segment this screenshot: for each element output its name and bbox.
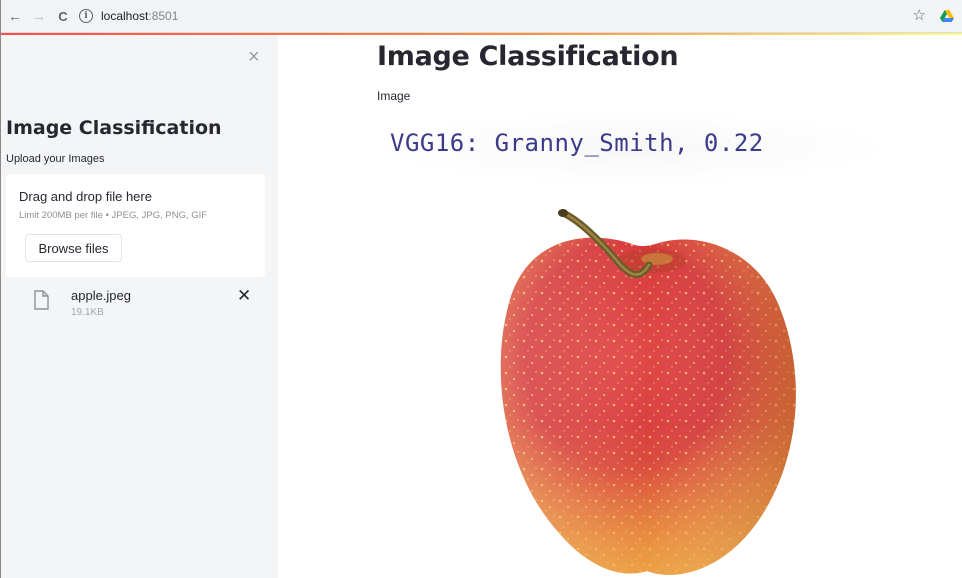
back-icon[interactable]: ← xyxy=(5,6,25,26)
dropzone-limits: Limit 200MB per file • JPEG, JPG, PNG, G… xyxy=(19,210,208,221)
url-host: localhost xyxy=(101,9,149,23)
close-sidebar-icon[interactable]: × xyxy=(248,47,260,67)
classified-image: VGG16: Granny_Smith, 0.22 xyxy=(377,113,889,578)
dropzone-title: Drag and drop file here xyxy=(19,189,152,204)
prediction-label: VGG16: Granny_Smith, 0.22 xyxy=(390,129,764,157)
file-name: apple.jpeg xyxy=(71,288,131,303)
image-caption: Image xyxy=(377,89,411,103)
site-info-icon[interactable]: i xyxy=(79,9,93,23)
google-drive-icon[interactable] xyxy=(940,9,954,23)
sidebar: × Image Classification Upload your Image… xyxy=(1,35,278,578)
main-content: Image Classification Image VGG16: Granny… xyxy=(278,35,962,578)
apple-photo xyxy=(377,113,889,578)
uploader-label: Upload your Images xyxy=(6,153,105,165)
file-icon xyxy=(34,290,49,310)
browser-window: ← → C i localhost:8501 ☆ × Image Classif… xyxy=(0,0,962,578)
remove-file-icon[interactable]: ✕ xyxy=(237,287,251,305)
url-port: :8501 xyxy=(148,9,179,23)
forward-icon[interactable]: → xyxy=(29,6,49,26)
page-title: Image Classification xyxy=(377,41,679,72)
uploaded-file-item: apple.jpeg 19.1KB ✕ xyxy=(34,287,254,321)
reload-icon[interactable]: C xyxy=(53,6,73,26)
bookmark-star-icon[interactable]: ☆ xyxy=(913,6,926,26)
browse-files-button[interactable]: Browse files xyxy=(25,234,122,262)
browser-toolbar: ← → C i localhost:8501 ☆ xyxy=(1,0,962,33)
address-bar[interactable]: i localhost:8501 xyxy=(79,5,178,27)
file-size: 19.1KB xyxy=(71,307,104,318)
sidebar-title: Image Classification xyxy=(6,117,222,139)
file-dropzone[interactable]: Drag and drop file here Limit 200MB per … xyxy=(6,174,265,277)
